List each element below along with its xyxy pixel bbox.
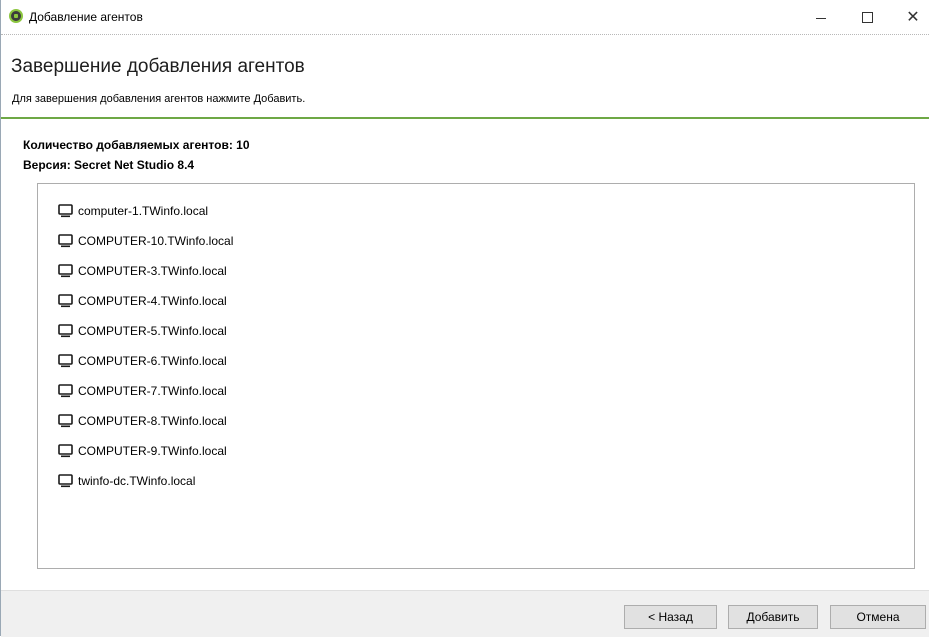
monitor-icon [58, 444, 73, 458]
agent-name: computer-1.TWinfo.local [78, 204, 209, 218]
minimize-icon [816, 17, 826, 19]
page-subtitle: Для завершения добавления агентов нажмит… [12, 93, 306, 105]
close-button[interactable]: ✕ [890, 0, 929, 34]
list-item[interactable]: COMPUTER-8.TWinfo.local [58, 410, 227, 432]
minimize-button[interactable] [798, 0, 844, 34]
agent-name: COMPUTER-8.TWinfo.local [78, 414, 227, 428]
cancel-button[interactable]: Отмена [830, 605, 926, 629]
agents-list[interactable]: computer-1.TWinfo.local COMPUTER-10.TWinf… [37, 183, 915, 569]
list-item[interactable]: COMPUTER-7.TWinfo.local [58, 380, 227, 402]
agents-count-label: Количество добавляемых агентов: 10 [23, 138, 250, 152]
list-item[interactable]: COMPUTER-6.TWinfo.local [58, 350, 227, 372]
agent-name: COMPUTER-7.TWinfo.local [78, 384, 227, 398]
window-title: Добавление агентов [29, 10, 143, 24]
title-bar: Добавление агентов ✕ [1, 0, 929, 34]
version-label: Версия: Secret Net Studio 8.4 [23, 158, 195, 172]
list-item[interactable]: computer-1.TWinfo.local [58, 200, 208, 222]
list-item[interactable]: COMPUTER-5.TWinfo.local [58, 320, 227, 342]
monitor-icon [58, 474, 73, 488]
agent-name: COMPUTER-5.TWinfo.local [78, 324, 227, 338]
list-item[interactable]: COMPUTER-10.TWinfo.local [58, 230, 233, 252]
monitor-icon [58, 264, 73, 278]
close-icon: ✕ [906, 7, 920, 26]
list-item[interactable]: COMPUTER-4.TWinfo.local [58, 290, 227, 312]
list-item[interactable]: twinfo-dc.TWinfo.local [58, 470, 195, 492]
agent-name: COMPUTER-4.TWinfo.local [78, 294, 227, 308]
page-title: Завершение добавления агентов [11, 56, 305, 77]
maximize-button[interactable] [844, 0, 890, 34]
add-agents-window: Добавление агентов ✕ Завершение добавлен… [0, 0, 929, 637]
agent-name: twinfo-dc.TWinfo.local [78, 474, 196, 488]
title-separator [1, 34, 929, 35]
agent-name: COMPUTER-6.TWinfo.local [78, 354, 227, 368]
back-button[interactable]: < Назад [624, 605, 717, 629]
maximize-icon [861, 11, 873, 23]
agent-name: COMPUTER-10.TWinfo.local [78, 234, 234, 248]
monitor-icon [58, 294, 73, 308]
monitor-icon [58, 324, 73, 338]
agent-name: COMPUTER-3.TWinfo.local [78, 264, 227, 278]
monitor-icon [58, 354, 73, 368]
monitor-icon [58, 384, 73, 398]
monitor-icon [58, 234, 73, 248]
header-divider [1, 117, 929, 119]
app-icon [9, 9, 23, 23]
list-item[interactable]: COMPUTER-3.TWinfo.local [58, 260, 227, 282]
add-button[interactable]: Добавить [728, 605, 818, 629]
monitor-icon [58, 414, 73, 428]
monitor-icon [58, 204, 73, 218]
agent-name: COMPUTER-9.TWinfo.local [78, 444, 227, 458]
list-item[interactable]: COMPUTER-9.TWinfo.local [58, 440, 227, 462]
